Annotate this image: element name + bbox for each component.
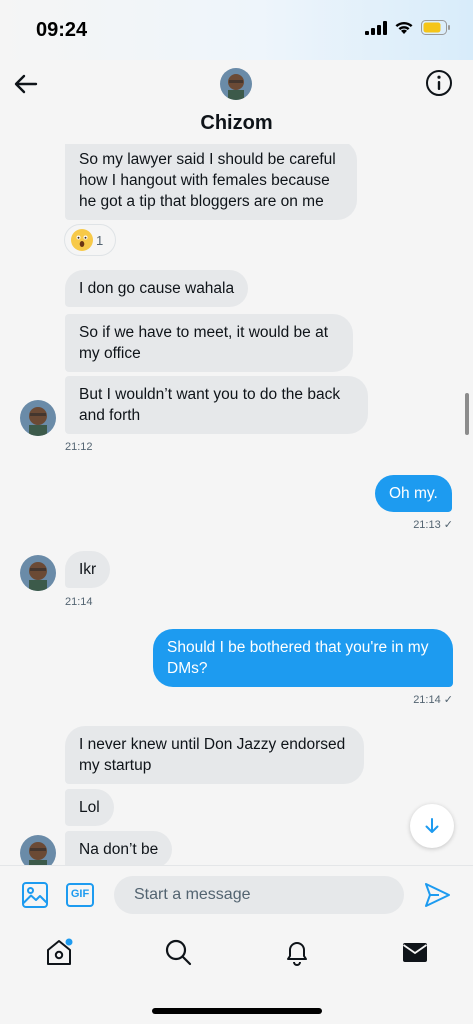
- send-button[interactable]: [422, 880, 452, 910]
- bell-icon: [287, 942, 307, 966]
- arrow-left-icon: [14, 74, 38, 94]
- message-composer: GIF: [0, 865, 473, 925]
- message-reaction[interactable]: 1: [64, 224, 116, 256]
- message-text: Should I be bothered that you're in my D…: [167, 639, 429, 677]
- message-timestamp: 21:14 ✓: [413, 694, 453, 706]
- message-timestamp: 21:12: [65, 441, 93, 453]
- message-text: But I wouldn’t want you to do the back a…: [79, 386, 341, 424]
- message-bubble-incoming[interactable]: Lol: [65, 789, 114, 826]
- message-bubble-outgoing[interactable]: Should I be bothered that you're in my D…: [153, 629, 453, 687]
- status-icons: [365, 20, 451, 35]
- message-text: Lol: [79, 799, 100, 816]
- message-text: Na don’t be: [79, 841, 159, 858]
- message-bubble-incoming[interactable]: I never knew until Don Jazzy endorsed my…: [65, 726, 364, 784]
- contact-avatar-small[interactable]: [20, 555, 56, 591]
- message-timestamp: 21:14: [65, 596, 93, 608]
- contact-avatar-small[interactable]: [20, 835, 56, 865]
- conversation-header: Chizom: [0, 60, 473, 144]
- gif-button[interactable]: GIF: [65, 880, 95, 910]
- nav-home[interactable]: [44, 937, 74, 967]
- send-icon: [425, 883, 450, 907]
- image-icon: [22, 882, 48, 908]
- contact-name[interactable]: Chizom: [0, 112, 473, 135]
- image-button[interactable]: [20, 880, 50, 910]
- nav-notifications[interactable]: [282, 937, 312, 967]
- message-timestamp: 21:13 ✓: [413, 519, 453, 531]
- search-icon: [165, 939, 192, 966]
- scrollbar[interactable]: [465, 393, 469, 435]
- message-text: So my lawyer said I should be careful ho…: [79, 151, 336, 210]
- contact-avatar-small[interactable]: [20, 400, 56, 436]
- message-bubble-outgoing[interactable]: Oh my.: [375, 475, 452, 512]
- nav-search[interactable]: [163, 937, 193, 967]
- arrow-down-icon: [425, 818, 439, 833]
- message-text: Ikr: [79, 561, 97, 578]
- mail-icon: [402, 943, 428, 962]
- reaction-count: 1: [96, 232, 104, 248]
- message-bubble-incoming[interactable]: Na don’t be: [65, 831, 173, 865]
- message-text: Oh my.: [389, 485, 438, 502]
- back-button[interactable]: [12, 70, 40, 98]
- message-text: So if we have to meet, it would be at my…: [79, 324, 328, 362]
- info-icon: [426, 70, 452, 96]
- message-bubble-incoming[interactable]: So my lawyer said I should be careful ho…: [65, 144, 357, 220]
- home-indicator[interactable]: [152, 1008, 322, 1014]
- message-input[interactable]: [114, 876, 404, 914]
- status-bar: 09:24: [0, 0, 473, 60]
- astonished-face-emoji: [71, 229, 93, 251]
- contact-avatar[interactable]: [220, 68, 252, 100]
- home-icon: [47, 938, 73, 965]
- battery-icon: [421, 20, 450, 35]
- signal-icon: [365, 20, 387, 35]
- gif-label: GIF: [70, 888, 90, 900]
- status-time: 09:24: [36, 19, 88, 41]
- message-bubble-incoming[interactable]: Ikr: [65, 551, 111, 588]
- info-button[interactable]: [425, 69, 453, 97]
- message-bubble-incoming[interactable]: But I wouldn’t want you to do the back a…: [65, 376, 368, 434]
- message-thread[interactable]: So my lawyer said I should be careful ho…: [0, 144, 473, 865]
- nav-messages[interactable]: [400, 937, 430, 967]
- wifi-icon: [395, 21, 413, 34]
- scroll-to-bottom-button[interactable]: [410, 804, 454, 848]
- message-bubble-incoming[interactable]: I don go cause wahala: [65, 270, 249, 307]
- message-bubble-incoming[interactable]: So if we have to meet, it would be at my…: [65, 314, 353, 372]
- message-text: I never knew until Don Jazzy endorsed my…: [79, 736, 346, 774]
- message-text: I don go cause wahala: [79, 280, 235, 297]
